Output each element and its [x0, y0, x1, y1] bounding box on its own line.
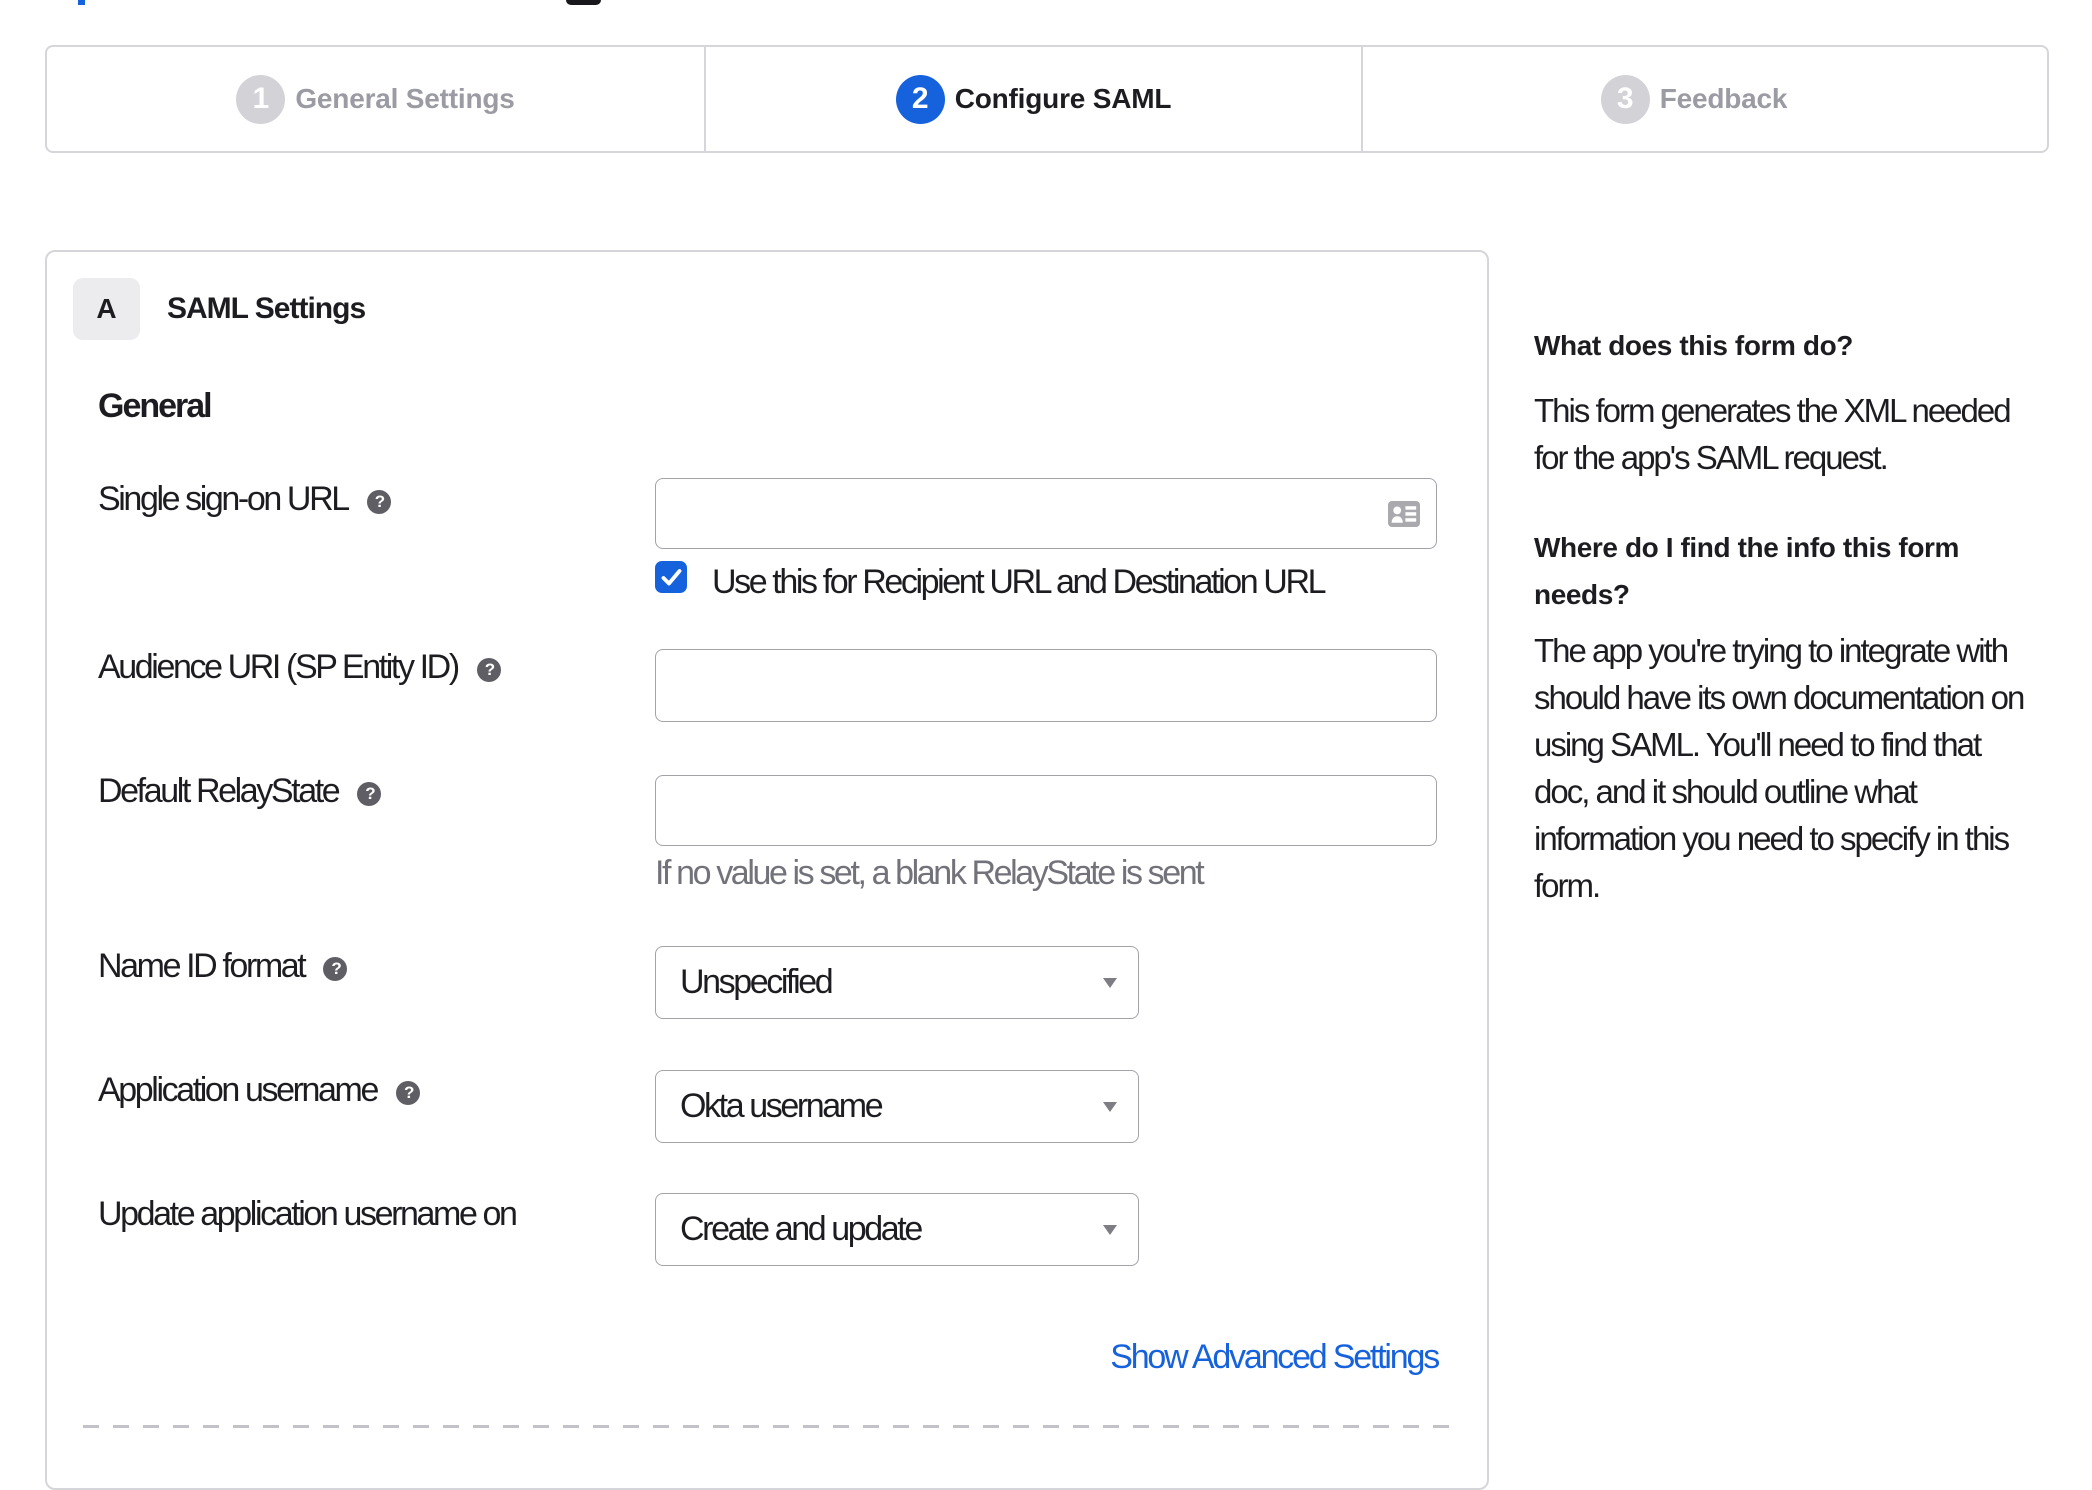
relaystate-helper-text: If no value is set, a blank RelayState i…	[655, 854, 1205, 892]
wizard-stepper: 1 General Settings 2 Configure SAML 3 Fe…	[45, 45, 2049, 153]
select-value: Create and update	[680, 1210, 923, 1248]
help-icon[interactable]: ?	[357, 782, 382, 806]
help-icon[interactable]: ?	[323, 957, 348, 981]
recipient-url-checkbox[interactable]	[655, 561, 687, 593]
label-text: Application username	[98, 1071, 379, 1109]
default-relaystate-input[interactable]	[655, 775, 1437, 846]
single-sign-on-url-input[interactable]	[655, 478, 1437, 549]
select-value: Okta username	[680, 1087, 884, 1125]
help-icon[interactable]: ?	[366, 490, 391, 514]
field-label-update-application-username: Update application username on	[98, 1195, 518, 1234]
cut-off-title-fragment-blue	[78, 0, 85, 5]
help-icon[interactable]: ?	[476, 658, 501, 682]
section-title: SAML Settings	[167, 292, 366, 325]
step-label: Configure SAML	[954, 83, 1172, 114]
field-label-name-id-format: Name ID format?	[98, 947, 348, 986]
chevron-down-icon	[1103, 977, 1117, 988]
help-icon[interactable]: ?	[395, 1081, 420, 1105]
application-username-select[interactable]: Okta username	[655, 1070, 1139, 1143]
checkmark-icon	[661, 568, 681, 585]
select-value: Unspecified	[680, 963, 834, 1001]
audience-uri-input[interactable]	[655, 649, 1437, 722]
step-general-settings[interactable]: 1 General Settings	[47, 47, 704, 151]
field-label-application-username: Application username?	[98, 1071, 420, 1110]
help-paragraph-what: This form generates the XML needed for t…	[1534, 392, 2012, 476]
field-label-single-sign-on-url: Single sign-on URL?	[98, 480, 391, 519]
help-heading-what: What does this form do?	[1534, 330, 1854, 361]
label-text: Audience URI (SP Entity ID)	[98, 648, 460, 686]
help-paragraph-where: The app you're trying to integrate with …	[1534, 632, 2025, 904]
show-advanced-settings-link[interactable]: Show Advanced Settings	[1110, 1338, 1440, 1377]
saml-settings-panel: A SAML Settings General Single sign-on U…	[45, 250, 1489, 1490]
section-badge-a: A	[73, 278, 140, 340]
label-text: Single sign-on URL	[98, 480, 350, 518]
step-feedback[interactable]: 3 Feedback	[1361, 47, 2047, 151]
step-label: Feedback	[1659, 83, 1788, 114]
step-number-badge: 1	[236, 74, 286, 124]
field-label-default-relaystate: Default RelayState?	[98, 772, 382, 811]
help-heading-where: Where do I find the info this form needs…	[1534, 532, 1960, 610]
contact-card-icon	[1388, 500, 1420, 527]
label-text: Update application username on	[98, 1195, 518, 1233]
step-number-badge: 2	[895, 74, 945, 124]
chevron-down-icon	[1103, 1101, 1117, 1112]
dashed-section-divider	[83, 1425, 1458, 1428]
label-text: Default RelayState	[98, 772, 341, 810]
label-text: Name ID format	[98, 947, 307, 985]
step-label: General Settings	[295, 83, 515, 114]
checkbox-label[interactable]: Use this for Recipient URL and Destinati…	[712, 563, 1327, 602]
step-configure-saml[interactable]: 2 Configure SAML	[704, 47, 1361, 151]
field-label-audience-uri: Audience URI (SP Entity ID)?	[98, 648, 501, 687]
update-application-username-select[interactable]: Create and update	[655, 1193, 1139, 1266]
name-id-format-select[interactable]: Unspecified	[655, 946, 1139, 1019]
group-heading-general: General	[98, 387, 213, 425]
cut-off-title-fragment-dark	[566, 0, 601, 5]
chevron-down-icon	[1103, 1224, 1117, 1235]
step-number-badge: 3	[1600, 74, 1650, 124]
